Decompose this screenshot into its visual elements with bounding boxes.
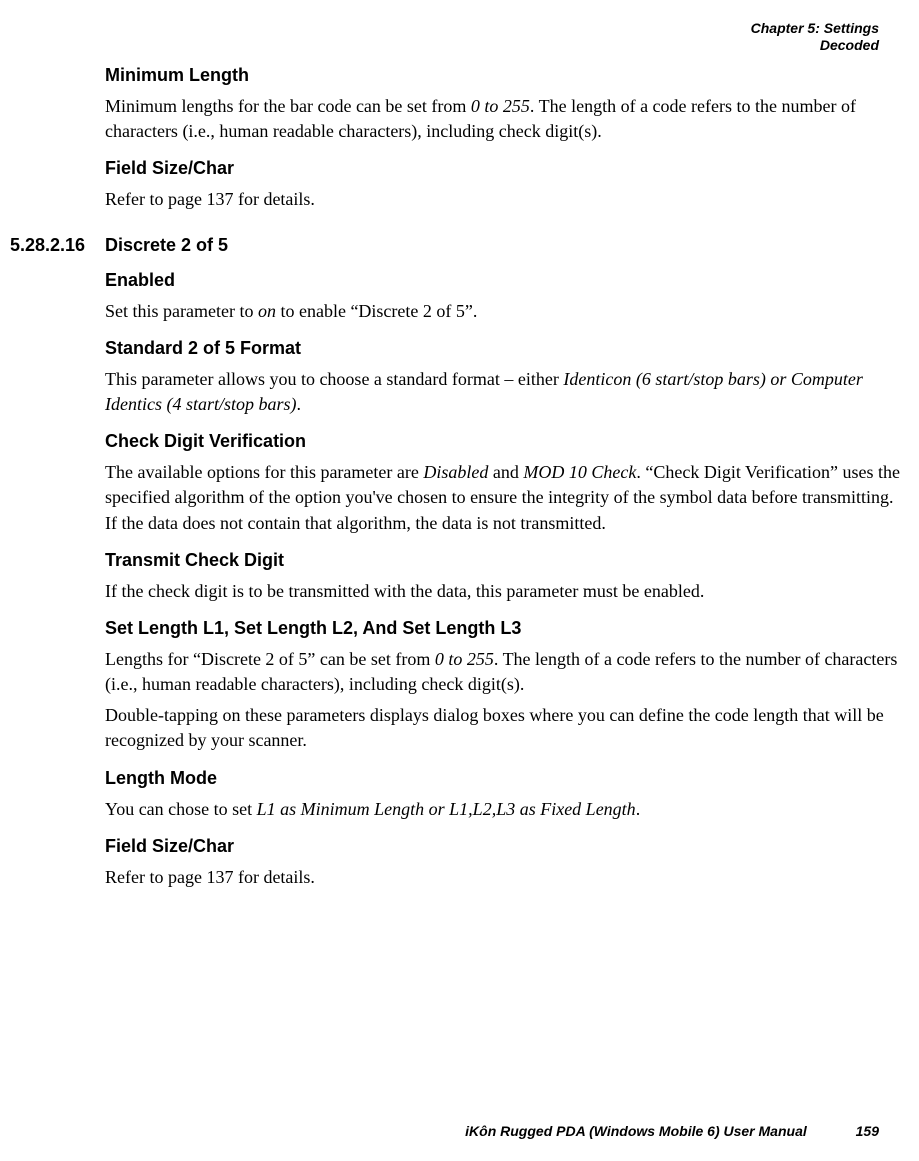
body-minimum-length: Minimum lengths for the bar code can be … (105, 94, 909, 144)
heading-length-mode: Length Mode (105, 768, 909, 789)
heading-check-digit: Check Digit Verification (105, 431, 909, 452)
heading-field-size-2: Field Size/Char (105, 836, 909, 857)
body-field-size-2: Refer to page 137 for details. (105, 865, 909, 890)
heading-minimum-length: Minimum Length (105, 65, 909, 86)
main-content: Minimum Length Minimum lengths for the b… (105, 65, 909, 896)
body-standard-format: This parameter allows you to choose a st… (105, 367, 909, 417)
heading-field-size-1: Field Size/Char (105, 158, 909, 179)
heading-discrete: Discrete 2 of 5 (105, 235, 909, 256)
page-header: Chapter 5: Settings Decoded (751, 20, 879, 54)
body-field-size-1: Refer to page 137 for details. (105, 187, 909, 212)
page-footer: iKôn Rugged PDA (Windows Mobile 6) User … (465, 1123, 879, 1139)
body-transmit-check: If the check digit is to be transmitted … (105, 579, 909, 604)
body-check-digit: The available options for this parameter… (105, 460, 909, 536)
body-set-length-1: Lengths for “Discrete 2 of 5” can be set… (105, 647, 909, 697)
heading-enabled: Enabled (105, 270, 909, 291)
heading-transmit-check: Transmit Check Digit (105, 550, 909, 571)
section-number: 5.28.2.16 (10, 235, 85, 256)
body-enabled: Set this parameter to on to enable “Disc… (105, 299, 909, 324)
body-length-mode: You can chose to set L1 as Minimum Lengt… (105, 797, 909, 822)
heading-set-length: Set Length L1, Set Length L2, And Set Le… (105, 618, 909, 639)
header-chapter: Chapter 5: Settings (751, 20, 879, 37)
section-discrete: 5.28.2.16 Discrete 2 of 5 (105, 235, 909, 256)
heading-standard-format: Standard 2 of 5 Format (105, 338, 909, 359)
header-section: Decoded (751, 37, 879, 54)
body-set-length-2: Double-tapping on these parameters displ… (105, 703, 909, 753)
footer-manual-title: iKôn Rugged PDA (Windows Mobile 6) User … (465, 1123, 807, 1139)
footer-page-number: 159 (856, 1123, 879, 1139)
